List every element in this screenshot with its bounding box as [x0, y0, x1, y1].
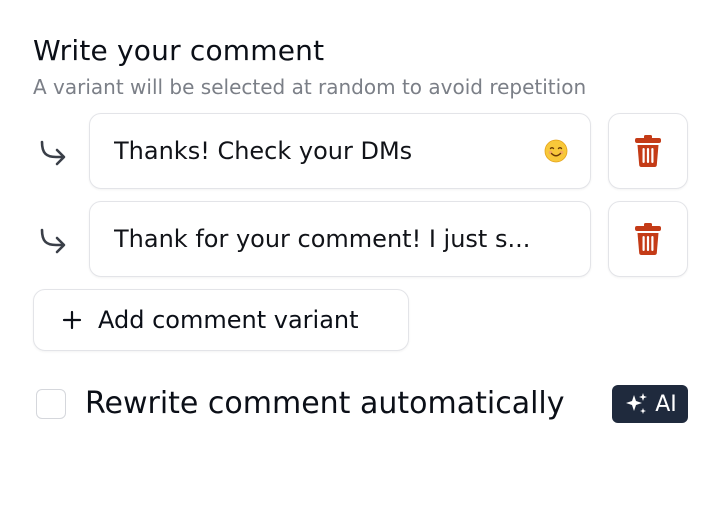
ai-badge: AI: [612, 385, 688, 423]
rewrite-checkbox-label[interactable]: Rewrite comment automatically: [85, 386, 565, 421]
add-comment-variant-button[interactable]: Add comment variant: [33, 289, 409, 351]
trash-icon: [635, 135, 661, 167]
comment-variant-input[interactable]: Thank for your comment! I just s...: [89, 201, 591, 277]
page-title: Write your comment: [33, 34, 325, 67]
smiling-face-emoji-icon: [544, 139, 568, 163]
reply-arrow-icon: [40, 228, 66, 254]
sparkles-icon: [626, 393, 648, 414]
ai-badge-label: AI: [655, 391, 677, 417]
delete-variant-button[interactable]: [608, 113, 688, 189]
comment-variant-input[interactable]: Thanks! Check your DMs: [89, 113, 591, 189]
delete-variant-button[interactable]: [608, 201, 688, 277]
comment-editor: Write your comment A variant will be sel…: [0, 0, 720, 512]
rewrite-checkbox[interactable]: [36, 389, 66, 419]
plus-icon: [62, 310, 82, 330]
comment-variant-row: Thank for your comment! I just s...: [0, 201, 720, 279]
comment-variant-text: Thanks! Check your DMs: [114, 137, 413, 165]
comment-variant-row: Thanks! Check your DMs: [0, 113, 720, 191]
reply-arrow-icon: [40, 140, 66, 166]
page-subtitle: A variant will be selected at random to …: [33, 75, 587, 99]
trash-icon: [635, 223, 661, 255]
comment-variant-text: Thank for your comment! I just s...: [114, 225, 531, 253]
add-comment-variant-label: Add comment variant: [98, 306, 359, 334]
